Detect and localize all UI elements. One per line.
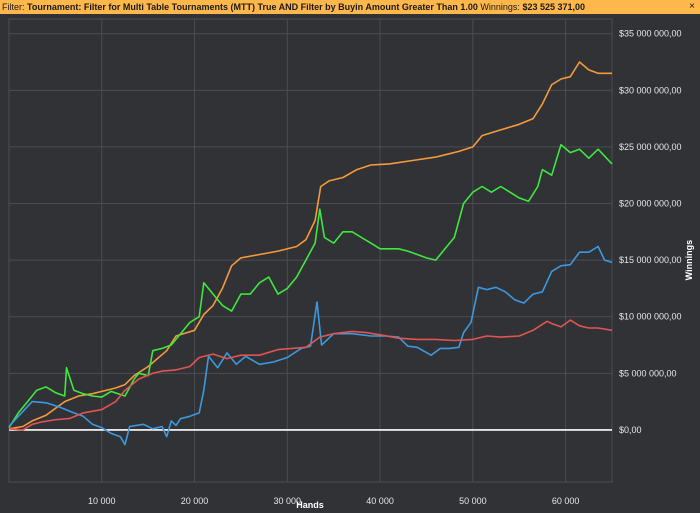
- y-tick-label: $20 000 000,00: [619, 199, 682, 209]
- y-axis-title: Winnings: [684, 240, 694, 280]
- x-tick-label: 10 000: [88, 496, 116, 506]
- y-tick-label: $0,00: [619, 425, 642, 435]
- x-axis-title: Hands: [296, 500, 324, 510]
- y-tick-label: $5 000 000,00: [619, 368, 677, 378]
- y-tick-label: $30 000 000,00: [619, 85, 682, 95]
- x-tick-label: 40 000: [366, 496, 394, 506]
- y-tick-label: $15 000 000,00: [619, 255, 682, 265]
- x-tick-label: 60 000: [552, 496, 580, 506]
- series-line-3: [8, 245, 613, 446]
- series-line-4: [8, 319, 613, 431]
- x-axis: 10 000 20 000 30 000 40 000 50 000 60 000: [88, 496, 579, 506]
- winnings-chart: 10 000 20 000 30 000 40 000 50 000 60 000 $0,…: [8, 18, 694, 510]
- y-axis: $0,00 $5 000 000,00 $10 000 000,00 $15 000 …: [619, 29, 682, 435]
- series-line-2: [8, 143, 613, 429]
- filter-bar: Filter: Tournament: Filter for Multi Tab…: [0, 0, 700, 14]
- y-tick-label: $25 000 000,00: [619, 142, 682, 152]
- y-tick-label: $10 000 000,00: [619, 312, 682, 322]
- winnings-value: $23 525 371,00: [522, 2, 585, 12]
- filter-text: Tournament: Filter for Multi Table Tourn…: [27, 2, 478, 12]
- winnings-label: Winnings:: [480, 2, 520, 12]
- y-tick-label: $35 000 000,00: [619, 29, 682, 39]
- x-tick-label: 50 000: [459, 496, 487, 506]
- x-tick-label: 20 000: [181, 496, 209, 506]
- close-filter-button[interactable]: ×: [686, 1, 698, 13]
- series-layer: [8, 61, 613, 446]
- filter-label: Filter:: [2, 2, 25, 12]
